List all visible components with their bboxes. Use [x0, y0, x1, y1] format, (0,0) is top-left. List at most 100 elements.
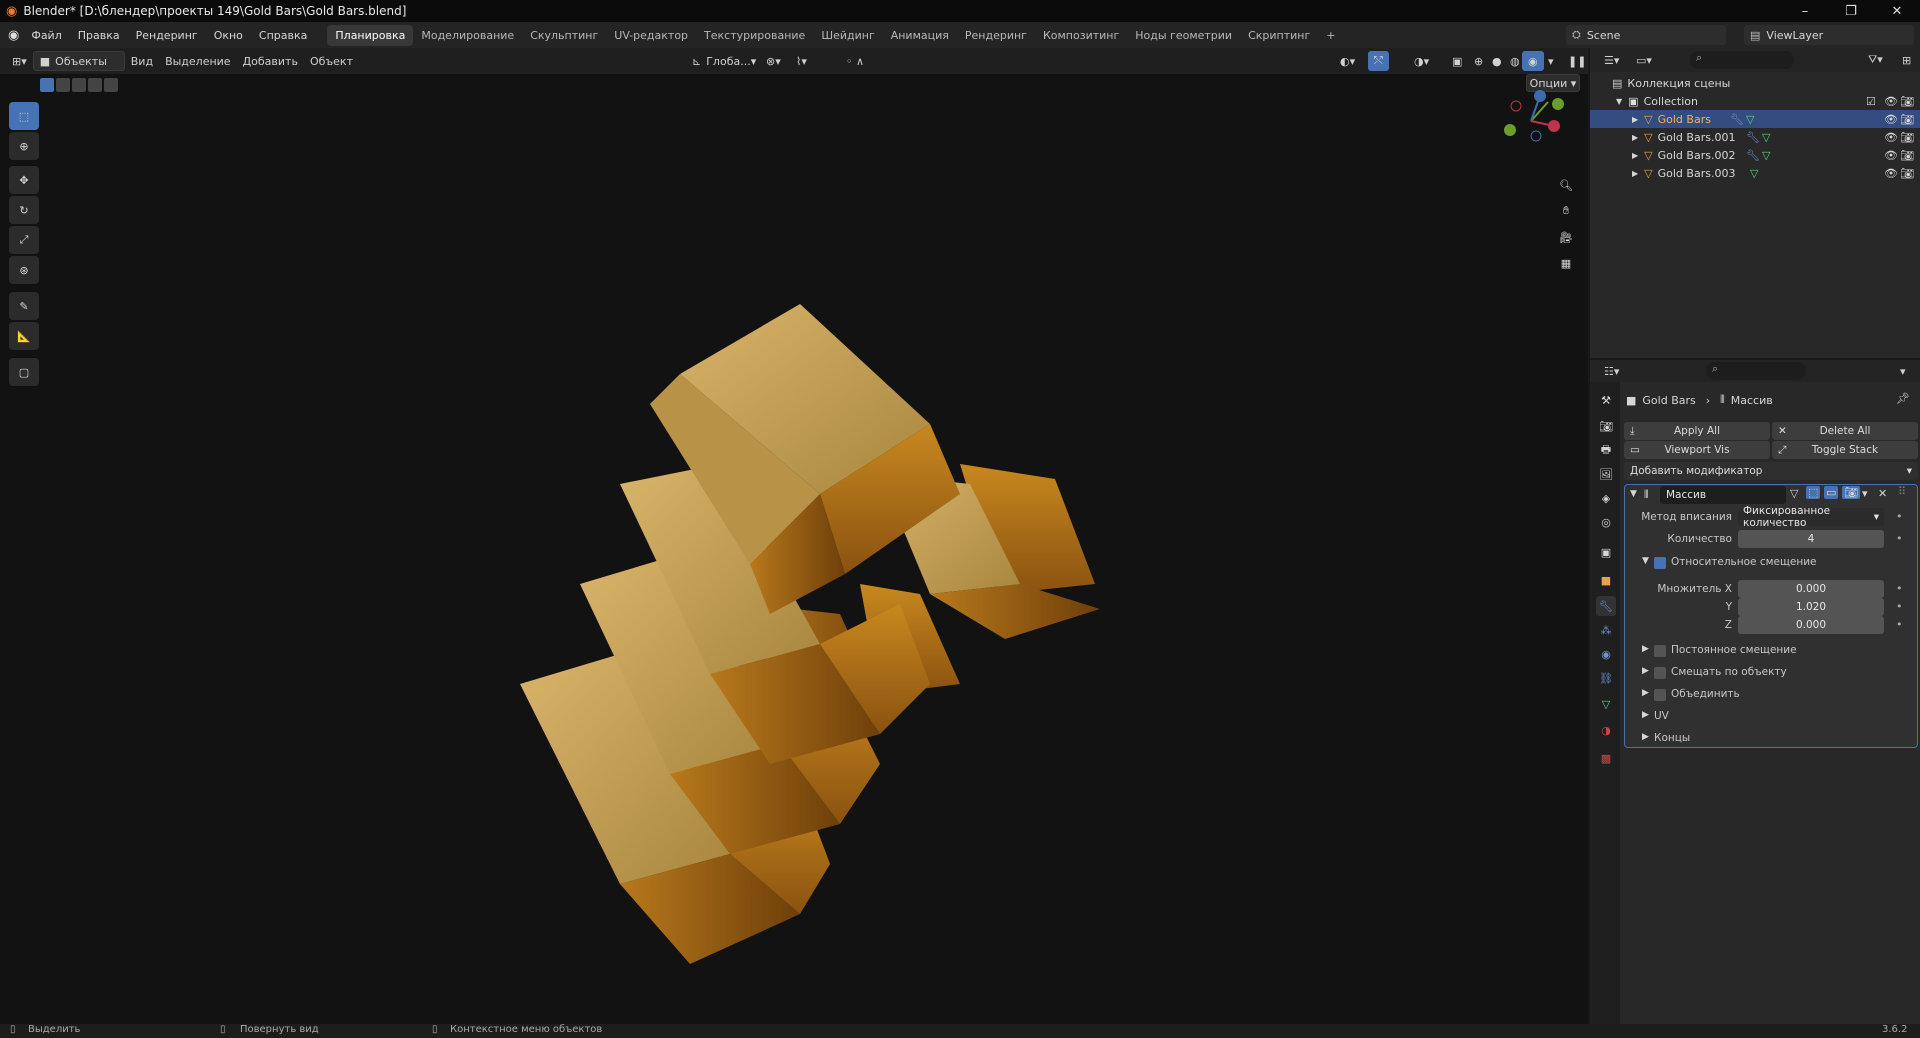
select-intersect-icon[interactable] — [104, 78, 118, 92]
restore-button[interactable]: ❐ — [1828, 0, 1874, 22]
select-invert-icon[interactable] — [88, 78, 102, 92]
tool-tab-icon[interactable]: ⚒ — [1596, 390, 1616, 410]
object-visibility-icon[interactable]: 👁︎ — [1884, 167, 1898, 180]
editor-type-button[interactable]: ⊞▾ — [6, 51, 33, 71]
gizmo-toggle[interactable]: ⤲ — [1368, 51, 1389, 71]
cursor-tool[interactable]: ⊕ — [9, 132, 39, 160]
new-collection-button[interactable]: ⊞ — [1896, 50, 1917, 70]
collapse-arrow-icon[interactable]: ▼ — [1642, 556, 1649, 566]
zoom-icon[interactable]: 🔍︎ — [1555, 174, 1577, 196]
cage-toggle-icon[interactable]: ⬚ — [1806, 486, 1821, 499]
blender-menu-icon[interactable]: ◉ — [8, 28, 19, 43]
expand-arrow-icon[interactable]: ▶ — [1642, 666, 1649, 676]
visibility-selector[interactable]: ◐▾ — [1334, 51, 1361, 71]
scale-tool[interactable]: ⤢ — [9, 226, 39, 254]
factor-x-field[interactable]: 0.000 — [1738, 580, 1884, 598]
pivot-point-button[interactable]: ⊗▾ — [760, 51, 787, 71]
workspace-tab-compositing[interactable]: Композитинг — [1035, 25, 1127, 46]
expand-arrow-icon[interactable]: ▶ — [1632, 133, 1638, 142]
edit-mode-toggle-icon[interactable]: ▽ — [1790, 487, 1798, 500]
uv-section-label[interactable]: UV — [1654, 710, 1669, 722]
pin-icon[interactable]: 📌︎ — [1896, 392, 1910, 405]
camera-view-icon[interactable]: 🎥︎ — [1555, 226, 1577, 248]
transform-orientation-selector[interactable]: ⊾ Глоба... ▾ — [686, 51, 762, 71]
workspace-tab-animation[interactable]: Анимация — [883, 25, 957, 46]
collection-tab-icon[interactable]: ▣ — [1596, 542, 1616, 562]
delete-all-button[interactable]: ✕ Delete All — [1772, 422, 1918, 440]
outliner-search-input[interactable]: ⌕ — [1690, 51, 1794, 69]
relative-offset-checkbox[interactable] — [1654, 557, 1666, 569]
select-new-icon[interactable] — [40, 78, 54, 92]
workspace-tab-geometry-nodes[interactable]: Ноды геометрии — [1127, 25, 1240, 46]
particles-tab-icon[interactable]: ⁂ — [1596, 620, 1616, 640]
outliner-object-row[interactable]: ▶ ▽ Gold Bars.002 🔧︎ ▽ 👁︎ 📷︎ — [1590, 146, 1920, 164]
remove-modifier-icon[interactable]: ✕ — [1878, 487, 1887, 500]
render-tab-icon[interactable]: 📷︎ — [1596, 416, 1616, 436]
shading-options-button[interactable]: ▾ — [1542, 51, 1560, 71]
expand-arrow-icon[interactable]: ▶ — [1642, 644, 1649, 654]
close-window-button[interactable]: ✕ — [1874, 0, 1920, 22]
xray-toggle[interactable]: ▣ — [1446, 51, 1468, 71]
menu-object[interactable]: Объект — [304, 51, 359, 71]
collection-checkbox-icon[interactable]: ☑ — [1866, 95, 1876, 108]
pan-hand-icon[interactable]: ✋︎ — [1555, 200, 1577, 222]
constraints-tab-icon[interactable]: ⛓ — [1596, 668, 1616, 688]
world-tab-icon[interactable]: ◎ — [1596, 512, 1616, 532]
proportional-edit-toggle[interactable]: ◦ ∧ — [840, 51, 870, 71]
physics-tab-icon[interactable]: ◉ — [1596, 644, 1616, 664]
collapse-arrow-icon[interactable]: ▼ — [1630, 489, 1637, 499]
select-subtract-icon[interactable] — [72, 78, 86, 92]
rotate-tool[interactable]: ↻ — [9, 196, 39, 224]
object-render-icon[interactable]: 📷︎ — [1900, 167, 1914, 180]
expand-arrow-icon[interactable]: ▶ — [1632, 151, 1638, 160]
measure-tool[interactable]: 📐 — [9, 322, 39, 350]
outliner-editor-type-button[interactable]: ☰▾ — [1598, 50, 1625, 70]
menu-add[interactable]: Добавить — [237, 51, 304, 71]
object-visibility-icon[interactable]: 👁︎ — [1884, 149, 1898, 162]
minimize-button[interactable]: – — [1782, 0, 1828, 22]
workspace-tab-shading[interactable]: Шейдинг — [813, 25, 882, 46]
toggle-stack-button[interactable]: ⤢ Toggle Stack — [1772, 441, 1918, 459]
keyframe-dot-icon[interactable]: • — [1896, 510, 1903, 523]
outliner-filter-button[interactable]: ⛛▾ — [1862, 50, 1889, 70]
render-toggle-icon[interactable]: 📷︎ — [1842, 486, 1860, 499]
expand-arrow-icon[interactable]: ▶ — [1632, 169, 1638, 178]
properties-editor-type-button[interactable]: ☷▾ — [1598, 361, 1625, 381]
object-visibility-icon[interactable]: 👁︎ — [1884, 113, 1898, 126]
factor-z-field[interactable]: 0.000 — [1738, 616, 1884, 634]
count-field[interactable]: 4 — [1738, 530, 1884, 548]
scene-selector[interactable]: ⛭ Scene — [1566, 25, 1726, 45]
annotate-tool[interactable]: ✎ — [9, 292, 39, 320]
view-layer-selector[interactable]: ▤ ViewLayer — [1744, 25, 1914, 45]
workspace-tab-layout[interactable]: Планировка — [327, 24, 414, 46]
modifier-menu-icon[interactable]: ▾ — [1862, 487, 1868, 500]
viewport-toggle-icon[interactable]: ▭ — [1824, 486, 1839, 499]
keyframe-dot-icon[interactable]: • — [1896, 618, 1903, 631]
material-tab-icon[interactable]: ◑ — [1596, 720, 1616, 740]
output-tab-icon[interactable]: 🖶 — [1596, 440, 1616, 460]
constant-offset-checkbox[interactable] — [1654, 645, 1666, 657]
menu-edit[interactable]: Правка — [70, 29, 128, 42]
merge-checkbox[interactable] — [1654, 689, 1666, 701]
caps-section-label[interactable]: Концы — [1654, 732, 1690, 744]
modifier-tab-icon[interactable]: 🔧︎ — [1596, 596, 1616, 616]
add-modifier-dropdown[interactable]: Добавить модификатор ▾ — [1624, 462, 1918, 480]
workspace-tab-sculpting[interactable]: Скульптинг — [522, 25, 606, 46]
keyframe-dot-icon[interactable]: • — [1896, 600, 1903, 613]
outliner-root-row[interactable]: ▤ Коллекция сцены — [1590, 74, 1920, 92]
overlays-toggle[interactable]: ◑▾ — [1408, 51, 1435, 71]
object-render-icon[interactable]: 📷︎ — [1900, 131, 1914, 144]
workspace-tab-rendering[interactable]: Рендеринг — [957, 25, 1035, 46]
outliner-object-row[interactable]: ▶ ▽ Gold Bars.003 ▽ 👁︎ 📷︎ — [1590, 164, 1920, 182]
object-visibility-icon[interactable]: 👁︎ — [1884, 131, 1898, 144]
menu-view[interactable]: Вид — [125, 51, 159, 71]
properties-options-button[interactable]: ▾ — [1894, 361, 1912, 381]
perspective-grid-icon[interactable]: ▦ — [1555, 252, 1577, 274]
menu-window[interactable]: Окно — [206, 29, 251, 42]
add-cube-tool[interactable]: ▢ — [9, 358, 39, 386]
object-render-icon[interactable]: 📷︎ — [1900, 113, 1914, 126]
texture-tab-icon[interactable]: ▩ — [1596, 748, 1616, 768]
object-render-icon[interactable]: 📷︎ — [1900, 149, 1914, 162]
snap-toggle[interactable]: ⌇▾ — [790, 51, 813, 71]
3d-viewport[interactable]: Опции ▾ ⬚ ⊕ ✥ ↻ ⤢ ⊛ ✎ 📐 ▢ 🔍︎ ✋︎ 🎥︎ ▦ — [0, 74, 1588, 1024]
